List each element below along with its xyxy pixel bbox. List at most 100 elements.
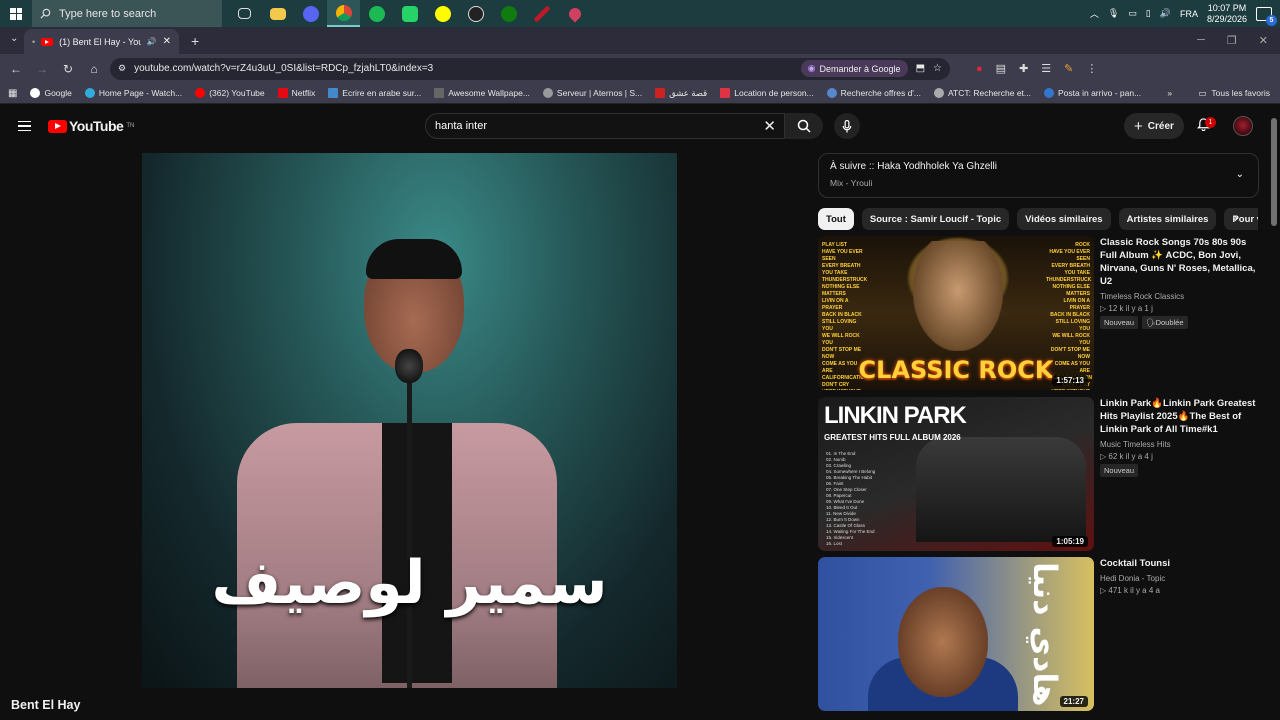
spotify-icon[interactable]: [360, 0, 393, 27]
chip-source[interactable]: Source : Samir Loucif - Topic: [861, 208, 1010, 230]
youtube-logo[interactable]: YouTube TN: [48, 118, 134, 134]
taskbar-search[interactable]: Type here to search: [32, 0, 222, 27]
extension-red-icon[interactable]: ●: [976, 63, 983, 75]
apps-grid-icon[interactable]: ▦: [8, 88, 17, 99]
tab-search-chevron-icon[interactable]: ⌄: [10, 33, 18, 44]
url-text: youtube.com/watch?v=rZ4u3uU_0SI&list=RDC…: [134, 63, 434, 74]
tab-close-icon[interactable]: ✕: [163, 36, 171, 47]
recommended-video-title[interactable]: Cocktail Tounsi: [1100, 557, 1260, 570]
reading-list-icon[interactable]: ☰: [1041, 62, 1051, 75]
bookmark-label: Google: [44, 88, 72, 98]
chip-for-you[interactable]: Pour v: [1224, 208, 1258, 230]
tab-audio-icon[interactable]: 🔊: [147, 37, 157, 46]
clock[interactable]: 10:07 PM 8/29/2026: [1207, 3, 1247, 25]
minimize-icon[interactable]: ─: [1197, 34, 1205, 47]
restore-icon[interactable]: ❐: [1227, 34, 1237, 47]
site-info-icon[interactable]: ⚙: [118, 63, 126, 74]
discord-icon[interactable]: [294, 0, 327, 27]
video-thumbnail[interactable]: هادي دنيا 21:27: [818, 557, 1094, 711]
bookmark-item[interactable]: ATCT: Recherche et...: [934, 88, 1031, 98]
bookmark-item[interactable]: Awesome Wallpape...: [434, 88, 530, 98]
clear-search-icon[interactable]: ✕: [763, 117, 776, 135]
tab-dot-icon: •: [32, 36, 36, 47]
account-avatar[interactable]: [1233, 116, 1253, 136]
close-window-icon[interactable]: ✕: [1259, 34, 1268, 47]
recommended-video[interactable]: هادي دنيا 21:27 Cocktail Tounsi Hedi Don…: [818, 557, 1260, 711]
page-scrollbar[interactable]: [1271, 118, 1277, 226]
address-bar[interactable]: ⚙ youtube.com/watch?v=rZ4u3uU_0SI&list=R…: [110, 57, 950, 80]
ask-google-button[interactable]: ◉ Demander à Google: [800, 60, 908, 77]
install-app-icon[interactable]: ⬒: [916, 63, 925, 74]
forward-arrow-icon[interactable]: →: [32, 59, 52, 79]
video-frame-singer-hair: [366, 239, 462, 279]
bookmark-item[interactable]: Netflix: [277, 88, 315, 98]
video-thumbnail[interactable]: LINKIN PARK GREATEST HITS FULL ALBUM 202…: [818, 397, 1094, 551]
video-player[interactable]: سمير لوصيف: [142, 153, 677, 688]
language-indicator[interactable]: FRA: [1180, 9, 1198, 19]
channel-name[interactable]: Timeless Rock Classics: [1100, 292, 1260, 301]
more-bookmarks-chevron-icon[interactable]: »: [1167, 88, 1172, 98]
steam-icon[interactable]: [459, 0, 492, 27]
bookmark-star-icon[interactable]: ☆: [933, 63, 942, 74]
recommended-video-title[interactable]: Linkin Park🔥Linkin Park Greatest Hits Pl…: [1100, 397, 1260, 436]
bookmark-item[interactable]: Location de person...: [720, 88, 814, 98]
rental-favicon-icon: [720, 88, 731, 98]
story-favicon-icon: [655, 88, 666, 98]
notification-center-icon[interactable]: 5: [1256, 6, 1277, 26]
pin-app-icon[interactable]: [558, 0, 591, 27]
bookmark-item[interactable]: (362) YouTube: [195, 88, 265, 98]
chevron-right-icon[interactable]: ›: [1234, 211, 1238, 225]
playlist-up-next-panel[interactable]: À suivre :: Haka Yodhholek Ya Ghzelli Mi…: [818, 153, 1259, 198]
file-explorer-icon[interactable]: [261, 0, 294, 27]
search-button[interactable]: [785, 113, 823, 139]
recommended-video[interactable]: PLAY LIST HAVE YOU EVER SEEN EVERY BREATH …: [818, 236, 1260, 390]
chip-similar-artists[interactable]: Artistes similaires: [1118, 208, 1217, 230]
menu-icon[interactable]: [18, 120, 31, 132]
home-icon[interactable]: ⌂: [84, 59, 104, 79]
all-bookmarks-button[interactable]: ▭ Tous les favoris: [1198, 88, 1280, 99]
search-icon: [40, 8, 51, 19]
start-button[interactable]: [0, 0, 32, 27]
bookmark-item[interactable]: Google: [30, 88, 72, 98]
xbox-icon[interactable]: [492, 0, 525, 27]
channel-name[interactable]: Hedi Donia - Topic: [1100, 574, 1260, 583]
task-view-icon[interactable]: [228, 0, 261, 27]
new-tab-button[interactable]: +: [191, 33, 199, 49]
back-arrow-icon[interactable]: ←: [6, 59, 26, 79]
video-thumbnail[interactable]: PLAY LIST HAVE YOU EVER SEEN EVERY BREATH …: [818, 236, 1094, 390]
chevron-down-icon[interactable]: ⌄: [1236, 169, 1244, 180]
chip-all[interactable]: Tout: [818, 208, 854, 230]
bookmark-item[interactable]: Recherche offres d'...: [826, 88, 921, 98]
chevron-up-icon[interactable]: ︿: [1090, 7, 1099, 20]
browser-menu-icon[interactable]: ⋮: [1086, 62, 1097, 75]
network-icon[interactable]: ▭: [1128, 8, 1137, 19]
mail-favicon-icon: [1044, 88, 1054, 98]
bookmark-item[interactable]: Home Page - Watch...: [84, 88, 182, 98]
extension-stack-icon[interactable]: ▤: [996, 62, 1006, 75]
snapchat-icon[interactable]: [426, 0, 459, 27]
tab-youtube[interactable]: • (1) Bent El Hay - YouTube 🔊 ✕: [24, 29, 179, 54]
bookmark-item[interactable]: Serveur | Aternos | S...: [542, 88, 642, 98]
red-app-icon[interactable]: [525, 0, 558, 27]
volume-icon[interactable]: 🔊: [1160, 8, 1171, 19]
recommended-video[interactable]: LINKIN PARK GREATEST HITS FULL ALBUM 202…: [818, 397, 1260, 551]
extensions-puzzle-icon[interactable]: ✚: [1019, 62, 1028, 75]
bookmark-item[interactable]: قصة عشق: [655, 88, 707, 99]
windows-taskbar: Type here to search ︿ 🎙 ▭ ▯ 🔊 FRA 10:07 …: [0, 0, 1280, 27]
youtube-search-input[interactable]: hanta inter ✕: [425, 113, 785, 139]
battery-icon[interactable]: ▯: [1146, 8, 1151, 19]
chrome-icon[interactable]: [327, 0, 360, 27]
bookmark-item[interactable]: Ecrire en arabe sur...: [328, 88, 421, 98]
jobs-favicon-icon: [826, 88, 837, 98]
whatsapp-icon[interactable]: [393, 0, 426, 27]
bookmark-item[interactable]: Posta in arrivo - pan...: [1044, 88, 1141, 98]
microphone-tray-icon[interactable]: 🎙: [1108, 8, 1119, 19]
chip-similar-videos[interactable]: Vidéos similaires: [1017, 208, 1111, 230]
reload-icon[interactable]: ↻: [58, 59, 78, 79]
voice-search-button[interactable]: [834, 113, 860, 139]
notification-badge: 1: [1205, 117, 1216, 128]
channel-name[interactable]: Music Timeless Hits: [1100, 440, 1260, 449]
profile-pen-icon[interactable]: ✎: [1064, 62, 1073, 75]
create-button[interactable]: + Créer: [1124, 113, 1184, 139]
recommended-video-title[interactable]: Classic Rock Songs 70s 80s 90s Full Albu…: [1100, 236, 1260, 288]
